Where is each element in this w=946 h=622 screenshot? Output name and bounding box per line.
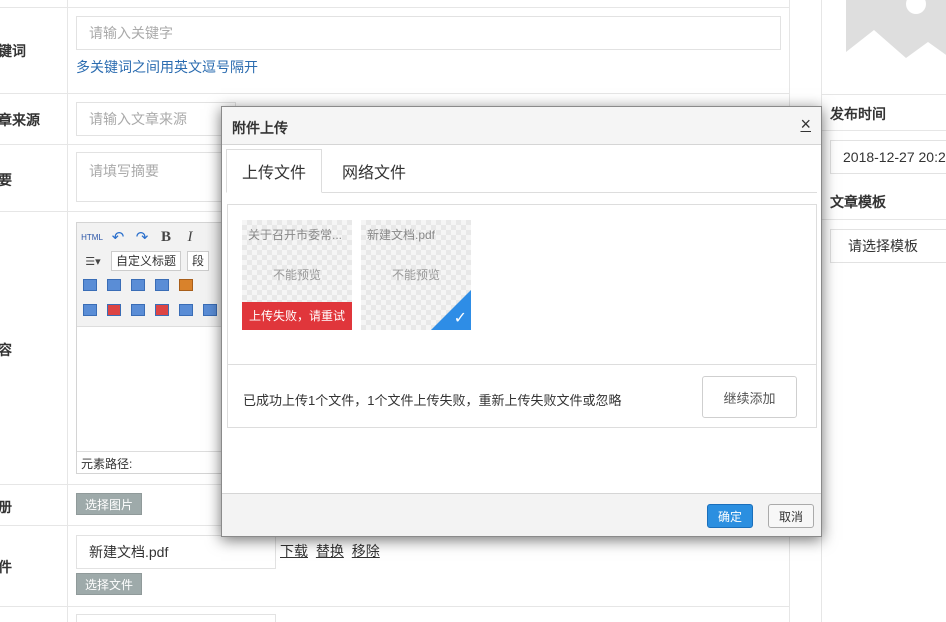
no-preview-text: 不能预览 [272, 268, 321, 282]
upload-status-text: 已成功上传1个文件，1个文件上传失败，重新上传失败文件或忽略 [243, 393, 622, 408]
toolbar-row-4 [81, 301, 219, 319]
dialog-footer: 确定 取消 [222, 493, 821, 536]
next-field-input[interactable] [76, 614, 276, 622]
paragraph-select[interactable]: 段 [187, 251, 210, 271]
download-link[interactable]: 下载 [280, 543, 308, 559]
row-divider [822, 219, 946, 220]
split-cells-icon[interactable] [201, 301, 219, 319]
row-divider [0, 606, 790, 607]
replace-link[interactable]: 替换 [316, 543, 344, 559]
cover-image-placeholder[interactable] [846, 0, 946, 86]
confirm-button[interactable]: 确定 [707, 504, 753, 528]
checkmark-icon: ✓ [453, 310, 467, 327]
file-name: 新建文档.pdf [367, 228, 436, 242]
source-label: 章来源 [0, 112, 40, 128]
summary-label: 要 [0, 172, 12, 188]
align-right-icon[interactable] [129, 276, 147, 294]
heading-select[interactable]: 自定义标题 [111, 251, 182, 271]
line-height-icon[interactable]: ☰▾ [81, 252, 105, 270]
row-divider [822, 130, 946, 131]
align-center-icon[interactable] [105, 276, 123, 294]
file-label: 件 [0, 559, 12, 575]
image-icon[interactable] [177, 276, 195, 294]
keywords-hint: 多关键词之间用英文逗号隔开 [76, 59, 258, 75]
file-card[interactable]: 新建文档.pdf 不能预览 ✓ [361, 220, 471, 330]
publish-time-value: 2018-12-27 20:2 [843, 149, 946, 165]
file-links: 下载 替换 移除 [280, 541, 384, 561]
images-label: 册 [0, 499, 12, 515]
summary-textarea[interactable]: 请填写摘要 [76, 152, 236, 202]
html-source-button[interactable]: HTML [81, 228, 103, 246]
no-preview-text: 不能预览 [391, 268, 440, 282]
right-panel: 发布时间 2018-12-27 20:2 文章模板 请选择模板 [821, 0, 946, 622]
publish-time-label: 发布时间 [830, 106, 886, 122]
keywords-input[interactable]: 请输入关键字 [76, 16, 781, 50]
remove-link[interactable]: 移除 [352, 543, 380, 559]
tab-network-file[interactable]: 网络文件 [326, 149, 422, 193]
select-image-button[interactable]: 选择图片 [76, 493, 143, 515]
upload-failed-retry[interactable]: 上传失败，请重试 [242, 302, 352, 330]
source-input[interactable]: 请输入文章来源 [76, 102, 236, 136]
select-file-button[interactable]: 选择文件 [76, 573, 143, 595]
redo-icon[interactable]: ↷ [133, 228, 151, 246]
tab-upload-file[interactable]: 上传文件 [226, 149, 322, 193]
align-left-icon[interactable] [81, 276, 99, 294]
source-placeholder: 请输入文章来源 [89, 111, 187, 127]
content-label: 容 [0, 342, 12, 358]
template-select[interactable]: 请选择模板 [830, 229, 946, 263]
row-divider [0, 93, 790, 94]
file-value: 新建文档.pdf [89, 544, 169, 560]
page: 键词 请输入关键字 多关键词之间用英文逗号隔开 章来源 请输入文章来源 要 请填… [0, 0, 946, 622]
insert-row-icon[interactable] [105, 301, 123, 319]
undo-icon[interactable]: ↶ [109, 228, 127, 246]
file-input[interactable]: 新建文档.pdf [76, 535, 276, 569]
upload-area: 关于召开市委常... 不能预览 上传失败，请重试 新建文档.pdf 不能预览 ✓… [227, 204, 817, 428]
template-value: 请选择模板 [848, 238, 918, 254]
row-divider [822, 94, 946, 95]
attachment-upload-dialog: 附件上传 × 上传文件 网络文件 关于召开市委常... 不能预览 上传失败，请重… [221, 106, 822, 537]
file-card[interactable]: 关于召开市委常... 不能预览 上传失败，请重试 [242, 220, 352, 330]
dialog-header: 附件上传 × [222, 107, 821, 145]
keywords-placeholder: 请输入关键字 [89, 25, 173, 41]
summary-placeholder: 请填写摘要 [89, 163, 159, 179]
toolbar-row-3 [81, 276, 195, 294]
publish-time-input[interactable]: 2018-12-27 20:2 [830, 140, 946, 174]
close-icon[interactable]: × [800, 112, 811, 136]
toolbar-row-1: HTML ↶ ↷ B I [81, 228, 199, 247]
row-divider [0, 7, 790, 8]
template-label: 文章模板 [830, 194, 886, 210]
delete-col-icon[interactable] [153, 301, 171, 319]
align-justify-icon[interactable] [153, 276, 171, 294]
italic-button[interactable]: I [181, 228, 199, 246]
file-queue: 关于召开市委常... 不能预览 上传失败，请重试 新建文档.pdf 不能预览 ✓ [228, 205, 816, 365]
image-placeholder-icon [846, 0, 946, 86]
merge-cells-icon[interactable] [177, 301, 195, 319]
cancel-button[interactable]: 取消 [768, 504, 814, 528]
table-icon[interactable] [81, 301, 99, 319]
keywords-label: 键词 [0, 43, 26, 59]
bold-button[interactable]: B [157, 228, 175, 246]
toolbar-row-2: ☰▾ 自定义标题 段 [81, 251, 210, 271]
continue-add-button[interactable]: 继续添加 [702, 376, 797, 418]
dialog-tabs: 上传文件 网络文件 [226, 149, 817, 193]
file-name: 关于召开市委常... [248, 228, 343, 242]
insert-col-icon[interactable] [129, 301, 147, 319]
dialog-title: 附件上传 [232, 120, 288, 136]
